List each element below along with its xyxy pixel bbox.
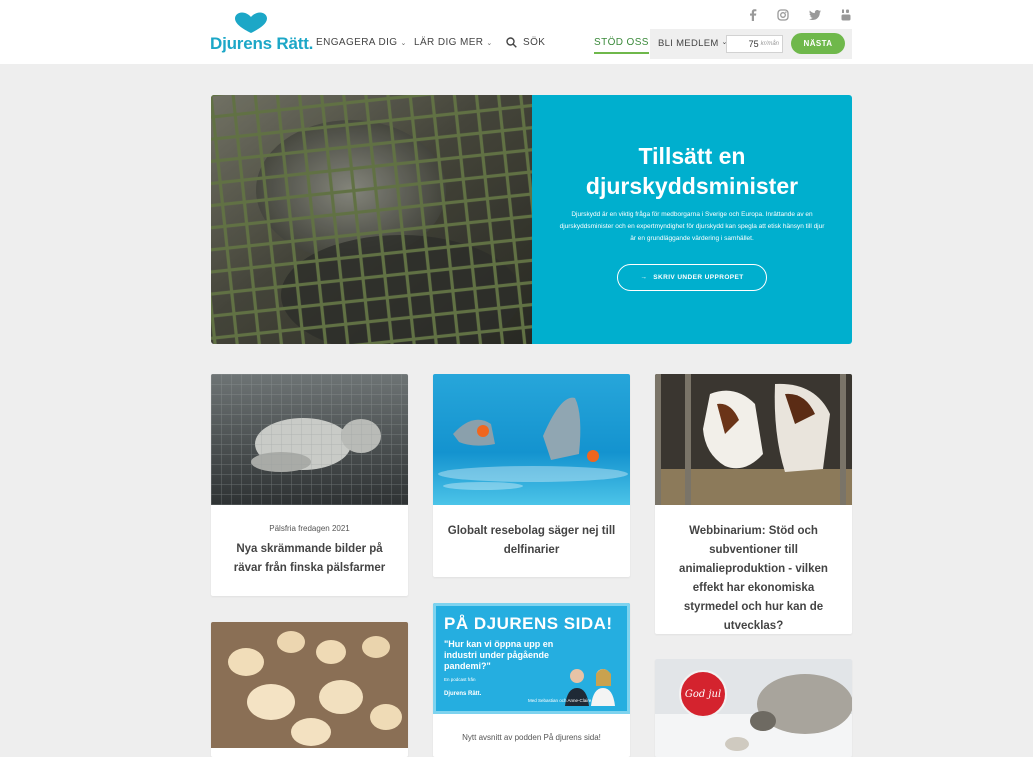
arrow-right-icon: → bbox=[640, 274, 648, 281]
news-card[interactable]: Pälsfria fredagen 2021 Nya skrämmande bi… bbox=[211, 374, 408, 596]
heart-logo-icon bbox=[235, 12, 267, 33]
chicks-photo bbox=[211, 622, 408, 748]
membership-widget: BLI MEDLEM ⌄ 75 kr/mån NÄSTA bbox=[650, 29, 852, 59]
nav-learn-label: LÄR DIG MER bbox=[414, 37, 484, 48]
chevron-down-icon: ⌄ bbox=[486, 39, 493, 47]
card-tag: Nytt avsnitt av podden På djurens sida! bbox=[462, 733, 601, 742]
card-title: Nya skrämmande bilder på rävar från fins… bbox=[233, 543, 386, 574]
card-tag: Pälsfria fredagen 2021 bbox=[269, 524, 350, 533]
instagram-icon bbox=[777, 9, 789, 21]
twitter-link[interactable] bbox=[808, 8, 822, 22]
nav-engage-label: ENGAGERA DIG bbox=[316, 37, 398, 48]
podcast-card[interactable]: PÅ DJURENS SIDA! "Hur kan vi öppna upp e… bbox=[433, 603, 630, 757]
hero-text: Djurskydd är en viktig fråga för medborg… bbox=[559, 211, 825, 242]
youtube-link[interactable] bbox=[839, 8, 853, 22]
news-card[interactable] bbox=[211, 622, 408, 757]
chevron-down-icon: ⌄ bbox=[400, 39, 407, 47]
logo[interactable]: Djurens Rätt. bbox=[210, 12, 313, 53]
sign-petition-button[interactable]: → SKRIV UNDER UPPROPET bbox=[617, 264, 767, 291]
membership-label: BLI MEDLEM bbox=[658, 38, 719, 49]
hero-panel: Tillsätt en djurskyddsminister Djurskydd… bbox=[532, 95, 852, 344]
site-header: Djurens Rätt. ENGAGERA DIG ⌄ LÄR DIG MER… bbox=[0, 0, 1033, 64]
podcast-banner: PÅ DJURENS SIDA! "Hur kan vi öppna upp e… bbox=[433, 603, 630, 714]
news-card[interactable]: Globalt resebolag säger nej till delfina… bbox=[433, 374, 630, 577]
facebook-icon bbox=[750, 9, 757, 21]
caged-animal-photo bbox=[211, 95, 532, 344]
hero-title: Tillsätt en djurskyddsminister bbox=[585, 143, 799, 199]
facebook-link[interactable] bbox=[746, 8, 760, 22]
search-icon bbox=[506, 37, 517, 48]
nav-support[interactable]: STÖD OSS bbox=[594, 37, 649, 54]
amount-input[interactable]: 75 kr/mån bbox=[726, 35, 783, 53]
youtube-icon bbox=[841, 9, 851, 21]
cows-photo bbox=[655, 374, 852, 505]
podcast-small-label: En podcast från bbox=[444, 677, 476, 682]
card-title: Webbinarium: Stöd och subventioner till … bbox=[679, 525, 828, 632]
christmas-badge: God jul bbox=[679, 670, 727, 718]
amount-unit: kr/mån bbox=[760, 41, 779, 47]
nav-search-label: SÖK bbox=[523, 37, 546, 48]
twitter-icon bbox=[809, 10, 821, 20]
nav-engage[interactable]: ENGAGERA DIG ⌄ bbox=[316, 37, 407, 48]
next-button[interactable]: NÄSTA bbox=[791, 33, 845, 54]
news-card[interactable]: Webbinarium: Stöd och subventioner till … bbox=[655, 374, 852, 634]
membership-dropdown[interactable]: BLI MEDLEM ⌄ bbox=[658, 38, 728, 49]
amount-value: 75 bbox=[748, 39, 759, 49]
podcast-quote: "Hur kan vi öppna upp en industri under … bbox=[444, 639, 554, 671]
podcast-guests: Med Sebastian och Anne-Claire bbox=[528, 698, 592, 703]
podcast-brand: Djurens Rätt. bbox=[444, 691, 482, 697]
logo-text: Djurens Rätt. bbox=[210, 34, 314, 53]
card-title: Globalt resebolag säger nej till delfina… bbox=[447, 525, 616, 556]
caged-fox-photo bbox=[211, 374, 408, 505]
instagram-link[interactable] bbox=[776, 8, 790, 22]
dolphins-photo bbox=[433, 374, 630, 505]
nav-learn[interactable]: LÄR DIG MER ⌄ bbox=[414, 37, 493, 48]
sign-petition-label: SKRIV UNDER UPPROPET bbox=[653, 274, 744, 281]
news-card[interactable]: God jul bbox=[655, 659, 852, 757]
podcast-headline: PÅ DJURENS SIDA! bbox=[444, 614, 613, 633]
hero-banner: Tillsätt en djurskyddsminister Djurskydd… bbox=[211, 95, 852, 344]
nav-search[interactable]: SÖK bbox=[506, 37, 545, 48]
